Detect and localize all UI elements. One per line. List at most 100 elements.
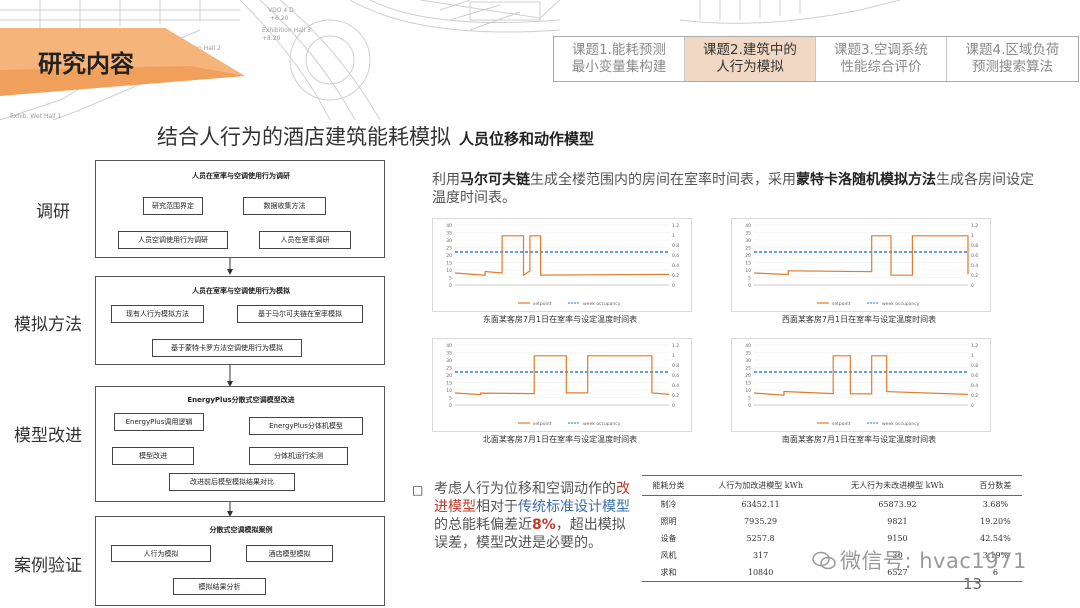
table-cell: 3.68% [982,500,1009,509]
stage-simulation: 模拟方法 [14,315,82,335]
slide-subtitle: 结合人行为的酒店建筑能耗模拟 人员位移和动作模型 [157,121,594,151]
tab-topic-1[interactable]: 课题1.能耗预测 最小变量集构建 [554,37,685,81]
y-left-tick: 35 [446,231,452,237]
concl-text-3: 的总能耗偏差近 [434,517,532,533]
y-left-tick: 5 [748,276,751,282]
node-behavior-simulation: 人行为模拟 [111,545,211,562]
y-left-tick: 30 [745,238,751,244]
y-right-tick: 0.8 [971,363,978,369]
table-cell: 照明 [660,517,677,526]
schedule-chart-north: 40353025201510501.210.80.60.40.20setpoin… [446,343,679,427]
y-right-tick: 1 [672,353,675,359]
y-left-tick: 0 [748,283,751,289]
y-right-tick: 1.2 [971,223,978,229]
setpoint-line [753,355,969,396]
watermark-text: 微信号: hvac1971 [840,549,1027,573]
table-cell: 设备 [660,534,677,543]
table-cell: 5257.8 [746,534,775,543]
para-text-2: 生成全楼范围内的房间在室率时间表，采用 [530,172,796,188]
y-left-tick: 30 [446,238,452,244]
chart-caption-north: 北面某客房7月1日在室率与设定温度时间表 [482,435,638,444]
flow-box-1-heading: 人员在室率与空调使用行为调研 [192,172,290,180]
flow-box-improvement: EnergyPlus分散式空调模型改进 EnergyPlus调用逻辑 Energ… [95,386,385,502]
node-ac-behavior-survey: 人员空调使用行为调研 [118,231,228,249]
table-row: 制冷 63452.11 65873.92 3.68% [642,496,1022,514]
y-right-tick: 1.2 [672,343,679,349]
legend-setpoint-label: setpoint [533,301,552,307]
table-row: 照明 7935.29 9821 19.20% [642,513,1022,530]
sketch-label-2: +6.20 [270,15,289,22]
table-cell: 风机 [660,551,677,560]
chart-caption-west: 西面某客房7月1日在室率与设定温度时间表 [781,315,937,324]
concl-deviation-value: 8% [532,517,556,533]
table-header-cell: 无人行为未改进模型 kWh [826,475,969,496]
y-right-tick: 1 [971,233,974,239]
y-left-tick: 25 [446,246,452,252]
tab-topic-3[interactable]: 课题3.空调系统 性能综合评价 [816,37,947,81]
tab-topic-2[interactable]: 课题2.建筑中的 人行为模拟 [685,37,816,81]
y-left-tick: 30 [745,358,751,364]
table-cell: 65873.92 [878,500,917,509]
node-hotel-model-simulation: 酒店模型模拟 [246,545,333,562]
legend-occupancy-label: week occupancy [882,421,920,427]
table-header-cell: 百分数差 [968,475,1022,496]
y-right-tick: 0.2 [971,273,978,279]
y-left-tick: 40 [446,343,452,349]
y-right-tick: 1.2 [672,223,679,229]
conclusion-text: 考虑人行为位移和空调动作的改进模型相对于传统标准设计模型的总能耗偏差近8%，超出… [434,480,630,552]
subtitle-sub: 人员位移和动作模型 [459,130,595,148]
tab-topic-4[interactable]: 课题4.区域负荷 预测搜索算法 [947,37,1078,81]
table-cell: 63452.11 [741,500,780,509]
flow-box-2-heading: 人员在室率与空调使用行为模拟 [192,287,290,295]
table-cell: 求和 [642,564,696,582]
y-left-tick: 40 [745,223,751,229]
y-left-tick: 0 [449,283,452,289]
y-left-tick: 5 [449,396,452,402]
schedule-chart-west: 40353025201510501.210.80.60.40.20setpoin… [745,223,978,307]
flow-box-simulation: 人员在室率与空调使用行为模拟 现有人行为模拟方法 基于马尔可夫链在室率模拟 基于… [95,276,385,365]
node-scope-definition: 研究范围界定 [143,197,203,215]
y-left-tick: 20 [745,253,751,259]
y-left-tick: 40 [446,223,452,229]
node-existing-methods: 现有人行为模拟方法 [111,305,204,323]
section-title: 研究内容 [38,50,134,78]
y-left-tick: 25 [446,366,452,372]
chart-caption-east: 东面某客房7月1日在室率与设定温度时间表 [482,315,638,324]
y-right-tick: 0 [672,283,675,289]
y-right-tick: 0.6 [971,373,978,379]
node-markov-occupancy: 基于马尔可夫链在室率模拟 [237,305,363,323]
concl-text-2: 相对于 [476,499,518,515]
node-energyplus-logic: EnergyPlus调用逻辑 [114,413,204,431]
y-right-tick: 0.4 [971,263,978,269]
chart-panel-east: 40 35 30 25 20 15 10 5 0 1.2 1 0.8 0.6 0.4 0.2 0 setpoin… [432,218,692,312]
y-right-tick: 0.8 [672,363,679,369]
y-right-tick: 0.8 [672,243,679,249]
schedule-chart-east: 40353025201510501.210.80.60.40.20setpoin… [446,223,679,307]
node-split-unit-measurement: 分体机运行实测 [249,447,348,465]
flow-box-4-heading: 分散式空调模拟案例 [209,526,273,534]
y-left-tick: 10 [745,388,751,394]
y-left-tick: 20 [446,373,452,379]
y-right-tick: 0.6 [672,373,679,379]
legend-setpoint-label: setpoint [832,421,851,427]
y-left-tick: 35 [446,351,452,357]
bullet-icon: □ [412,483,424,497]
subtitle-main: 结合人行为的酒店建筑能耗模拟 [157,125,451,149]
node-result-analysis: 模拟结果分析 [173,578,266,595]
flow-box-3-heading: EnergyPlus分散式空调模型改进 [187,396,295,404]
y-right-tick: 1 [971,353,974,359]
topic-tabs: 课题1.能耗预测 最小变量集构建 课题2.建筑中的 人行为模拟 课题3.空调系统… [553,36,1079,82]
y-right-tick: 0.8 [971,243,978,249]
table-cell: 10840 [695,564,827,582]
y-left-tick: 5 [748,396,751,402]
legend-setpoint-label: setpoint [832,301,851,307]
para-monte-carlo: 蒙特卡洛随机模拟方法 [796,172,936,188]
chart-panel-south: 40 35 30 25 20 15 10 5 0 1.2 1 0.8 0.6 0.4 0.2 0 setpoin… [731,338,991,432]
setpoint-line [454,235,670,277]
wechat-icon [812,551,836,570]
node-energyplus-split-model: EnergyPlus分体机模型 [249,417,363,435]
para-markov: 马尔可夫链 [460,172,530,188]
y-left-tick: 15 [745,381,751,387]
table-header-cell: 人行为加改进模型 kWh [695,475,827,496]
table-cell: 制冷 [660,500,677,509]
